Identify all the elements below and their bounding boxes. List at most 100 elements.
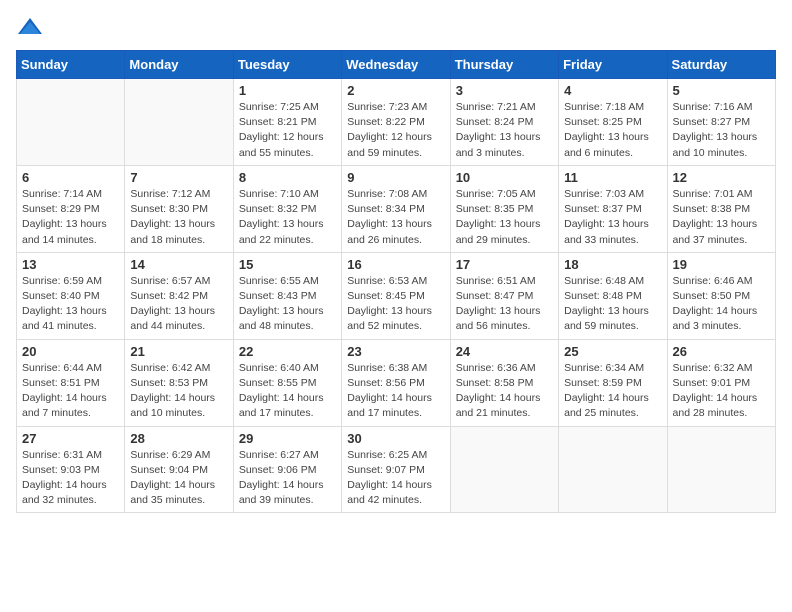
day-info: Sunrise: 6:53 AM Sunset: 8:45 PM Dayligh… — [347, 274, 444, 335]
day-info: Sunrise: 6:34 AM Sunset: 8:59 PM Dayligh… — [564, 361, 661, 422]
day-number: 5 — [673, 83, 770, 98]
weekday-header-row: SundayMondayTuesdayWednesdayThursdayFrid… — [17, 51, 776, 79]
day-number: 28 — [130, 431, 227, 446]
calendar-cell — [559, 426, 667, 513]
calendar-cell: 12 Sunrise: 7:01 AM Sunset: 8:38 PM Dayli… — [667, 165, 775, 252]
calendar-cell: 28 Sunrise: 6:29 AM Sunset: 9:04 PM Dayli… — [125, 426, 233, 513]
calendar-cell: 20 Sunrise: 6:44 AM Sunset: 8:51 PM Dayli… — [17, 339, 125, 426]
weekday-header-thursday: Thursday — [450, 51, 558, 79]
day-number: 2 — [347, 83, 444, 98]
day-info: Sunrise: 6:38 AM Sunset: 8:56 PM Dayligh… — [347, 361, 444, 422]
day-info: Sunrise: 7:12 AM Sunset: 8:30 PM Dayligh… — [130, 187, 227, 248]
day-info: Sunrise: 6:57 AM Sunset: 8:42 PM Dayligh… — [130, 274, 227, 335]
day-info: Sunrise: 7:03 AM Sunset: 8:37 PM Dayligh… — [564, 187, 661, 248]
day-number: 19 — [673, 257, 770, 272]
day-info: Sunrise: 6:51 AM Sunset: 8:47 PM Dayligh… — [456, 274, 553, 335]
day-number: 20 — [22, 344, 119, 359]
calendar-cell: 4 Sunrise: 7:18 AM Sunset: 8:25 PM Daylig… — [559, 79, 667, 166]
day-info: Sunrise: 7:18 AM Sunset: 8:25 PM Dayligh… — [564, 100, 661, 161]
day-info: Sunrise: 6:46 AM Sunset: 8:50 PM Dayligh… — [673, 274, 770, 335]
day-number: 4 — [564, 83, 661, 98]
calendar-cell: 14 Sunrise: 6:57 AM Sunset: 8:42 PM Dayli… — [125, 252, 233, 339]
logo — [16, 16, 48, 38]
day-info: Sunrise: 6:31 AM Sunset: 9:03 PM Dayligh… — [22, 448, 119, 509]
day-number: 25 — [564, 344, 661, 359]
day-number: 6 — [22, 170, 119, 185]
day-info: Sunrise: 6:25 AM Sunset: 9:07 PM Dayligh… — [347, 448, 444, 509]
calendar-cell: 7 Sunrise: 7:12 AM Sunset: 8:30 PM Daylig… — [125, 165, 233, 252]
day-number: 12 — [673, 170, 770, 185]
day-info: Sunrise: 7:10 AM Sunset: 8:32 PM Dayligh… — [239, 187, 336, 248]
day-number: 24 — [456, 344, 553, 359]
day-number: 13 — [22, 257, 119, 272]
calendar-cell: 5 Sunrise: 7:16 AM Sunset: 8:27 PM Daylig… — [667, 79, 775, 166]
calendar-week-row: 27 Sunrise: 6:31 AM Sunset: 9:03 PM Dayli… — [17, 426, 776, 513]
day-info: Sunrise: 7:08 AM Sunset: 8:34 PM Dayligh… — [347, 187, 444, 248]
calendar-cell: 17Sunrise: 6:51 AM Sunset: 8:47 PM Dayli… — [450, 252, 558, 339]
weekday-header-saturday: Saturday — [667, 51, 775, 79]
day-number: 26 — [673, 344, 770, 359]
day-info: Sunrise: 7:16 AM Sunset: 8:27 PM Dayligh… — [673, 100, 770, 161]
calendar-cell: 3 Sunrise: 7:21 AM Sunset: 8:24 PM Daylig… — [450, 79, 558, 166]
calendar-cell: 25 Sunrise: 6:34 AM Sunset: 8:59 PM Dayli… — [559, 339, 667, 426]
calendar-cell: 9 Sunrise: 7:08 AM Sunset: 8:34 PM Daylig… — [342, 165, 450, 252]
day-info: Sunrise: 6:32 AM Sunset: 9:01 PM Dayligh… — [673, 361, 770, 422]
calendar-cell: 2 Sunrise: 7:23 AM Sunset: 8:22 PM Daylig… — [342, 79, 450, 166]
calendar-table: SundayMondayTuesdayWednesdayThursdayFrid… — [16, 50, 776, 513]
day-info: Sunrise: 6:59 AM Sunset: 8:40 PM Dayligh… — [22, 274, 119, 335]
day-number: 3 — [456, 83, 553, 98]
page-header — [16, 16, 776, 38]
day-number: 21 — [130, 344, 227, 359]
day-info: Sunrise: 7:23 AM Sunset: 8:22 PM Dayligh… — [347, 100, 444, 161]
calendar-cell: 29 Sunrise: 6:27 AM Sunset: 9:06 PM Dayli… — [233, 426, 341, 513]
calendar-cell: 15 Sunrise: 6:55 AM Sunset: 8:43 PM Dayli… — [233, 252, 341, 339]
day-number: 15 — [239, 257, 336, 272]
day-number: 18 — [564, 257, 661, 272]
day-info: Sunrise: 7:25 AM Sunset: 8:21 PM Dayligh… — [239, 100, 336, 161]
calendar-week-row: 1Sunrise: 7:25 AM Sunset: 8:21 PM Daylig… — [17, 79, 776, 166]
calendar-cell: 16 Sunrise: 6:53 AM Sunset: 8:45 PM Dayli… — [342, 252, 450, 339]
calendar-cell: 18 Sunrise: 6:48 AM Sunset: 8:48 PM Dayli… — [559, 252, 667, 339]
day-number: 30 — [347, 431, 444, 446]
day-number: 8 — [239, 170, 336, 185]
day-info: Sunrise: 6:44 AM Sunset: 8:51 PM Dayligh… — [22, 361, 119, 422]
calendar-cell: 24 Sunrise: 6:36 AM Sunset: 8:58 PM Dayli… — [450, 339, 558, 426]
calendar-cell: 21Sunrise: 6:42 AM Sunset: 8:53 PM Dayli… — [125, 339, 233, 426]
calendar-cell — [450, 426, 558, 513]
calendar-cell: 10Sunrise: 7:05 AM Sunset: 8:35 PM Dayli… — [450, 165, 558, 252]
calendar-week-row: 13 Sunrise: 6:59 AM Sunset: 8:40 PM Dayli… — [17, 252, 776, 339]
day-info: Sunrise: 6:27 AM Sunset: 9:06 PM Dayligh… — [239, 448, 336, 509]
day-number: 14 — [130, 257, 227, 272]
weekday-header-wednesday: Wednesday — [342, 51, 450, 79]
day-info: Sunrise: 6:48 AM Sunset: 8:48 PM Dayligh… — [564, 274, 661, 335]
day-info: Sunrise: 6:55 AM Sunset: 8:43 PM Dayligh… — [239, 274, 336, 335]
day-number: 11 — [564, 170, 661, 185]
weekday-header-monday: Monday — [125, 51, 233, 79]
calendar-cell: 11 Sunrise: 7:03 AM Sunset: 8:37 PM Dayli… — [559, 165, 667, 252]
day-info: Sunrise: 6:40 AM Sunset: 8:55 PM Dayligh… — [239, 361, 336, 422]
day-number: 23 — [347, 344, 444, 359]
calendar-week-row: 6Sunrise: 7:14 AM Sunset: 8:29 PM Daylig… — [17, 165, 776, 252]
logo-icon — [16, 16, 44, 38]
weekday-header-sunday: Sunday — [17, 51, 125, 79]
day-number: 9 — [347, 170, 444, 185]
day-info: Sunrise: 6:29 AM Sunset: 9:04 PM Dayligh… — [130, 448, 227, 509]
day-number: 29 — [239, 431, 336, 446]
calendar-cell: 13 Sunrise: 6:59 AM Sunset: 8:40 PM Dayli… — [17, 252, 125, 339]
calendar-cell: 1Sunrise: 7:25 AM Sunset: 8:21 PM Daylig… — [233, 79, 341, 166]
calendar-cell: 23 Sunrise: 6:38 AM Sunset: 8:56 PM Dayli… — [342, 339, 450, 426]
calendar-cell: 6Sunrise: 7:14 AM Sunset: 8:29 PM Daylig… — [17, 165, 125, 252]
day-info: Sunrise: 7:21 AM Sunset: 8:24 PM Dayligh… — [456, 100, 553, 161]
day-info: Sunrise: 7:01 AM Sunset: 8:38 PM Dayligh… — [673, 187, 770, 248]
calendar-cell: 22Sunrise: 6:40 AM Sunset: 8:55 PM Dayli… — [233, 339, 341, 426]
day-info: Sunrise: 6:36 AM Sunset: 8:58 PM Dayligh… — [456, 361, 553, 422]
calendar-week-row: 20 Sunrise: 6:44 AM Sunset: 8:51 PM Dayli… — [17, 339, 776, 426]
calendar-cell — [667, 426, 775, 513]
day-number: 16 — [347, 257, 444, 272]
calendar-cell: 26 Sunrise: 6:32 AM Sunset: 9:01 PM Dayli… — [667, 339, 775, 426]
calendar-cell: 19 Sunrise: 6:46 AM Sunset: 8:50 PM Dayli… — [667, 252, 775, 339]
day-number: 27 — [22, 431, 119, 446]
day-info: Sunrise: 7:05 AM Sunset: 8:35 PM Dayligh… — [456, 187, 553, 248]
calendar-cell: 30 Sunrise: 6:25 AM Sunset: 9:07 PM Dayli… — [342, 426, 450, 513]
day-number: 7 — [130, 170, 227, 185]
